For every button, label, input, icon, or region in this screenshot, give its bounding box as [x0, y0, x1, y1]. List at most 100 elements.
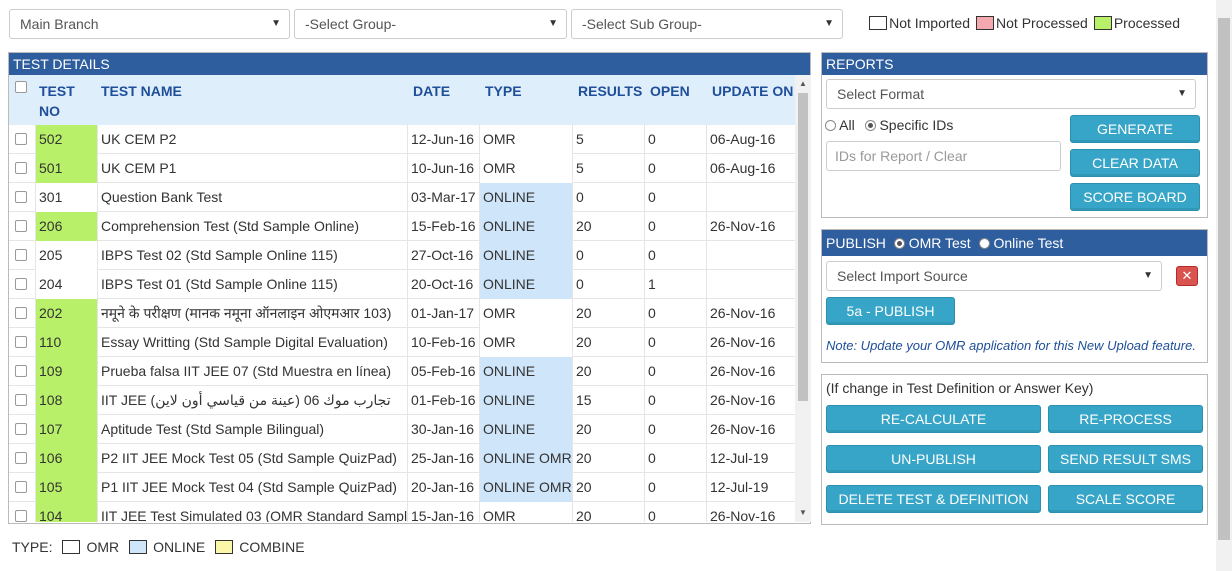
scroll-up-icon[interactable]: ▲ [795, 77, 811, 91]
branch-select[interactable]: Main Branch ▼ [9, 9, 290, 39]
cell-no: 301 [35, 183, 97, 212]
import-source-select[interactable]: Select Import Source ▼ [826, 261, 1162, 291]
table-row[interactable]: 206 Comprehension Test (Std Sample Online… [9, 212, 795, 241]
cell-name[interactable]: P1 IIT JEE Mock Test 04 (Std Sample Quiz… [97, 473, 407, 502]
column-separator [35, 415, 36, 444]
row-checkbox[interactable] [15, 307, 27, 319]
cell-results: 5 [576, 131, 584, 147]
row-checkbox[interactable] [15, 481, 27, 493]
table-row[interactable]: 205 IBPS Test 02 (Std Sample Online 115) 2… [9, 241, 795, 270]
table-row[interactable]: 301 Question Bank Test 03-Mar-17 ONLINE 0 0 [9, 183, 795, 212]
reprocess-button[interactable]: RE-PROCESS [1048, 405, 1203, 433]
row-checkbox[interactable] [15, 220, 27, 232]
online-test-radio[interactable] [978, 238, 990, 249]
table-row[interactable]: 106 P2 IIT JEE Mock Test 05 (Std Sample Q… [9, 444, 795, 473]
cell-results: 20 [576, 479, 592, 495]
cell-date: 20-Jan-16 [411, 479, 475, 495]
table-row[interactable]: 105 P1 IIT JEE Mock Test 04 (Std Sample Q… [9, 473, 795, 502]
row-checkbox[interactable] [15, 452, 27, 464]
table-row[interactable]: 107 Aptitude Test (Std Sample Bilingual) 3… [9, 415, 795, 444]
cell-name[interactable]: Question Bank Test [97, 183, 407, 212]
column-separator [706, 357, 707, 386]
table-row[interactable]: 104 IIT JEE Test Simulated 03 (OMR Standa… [9, 502, 795, 522]
cell-name[interactable]: UK CEM P1 [97, 154, 407, 183]
cell-name[interactable]: Prueba falsa IIT JEE 07 (Std Muestra en … [97, 357, 407, 386]
table-row[interactable]: 502 UK CEM P2 12-Jun-16 OMR 5 0 06-Aug-16 [9, 125, 795, 154]
omr-test-label: OMR Test [908, 235, 971, 251]
format-select[interactable]: Select Format ▼ [826, 79, 1196, 109]
scroll-down-icon[interactable]: ▼ [795, 506, 811, 520]
column-date[interactable]: DATE [413, 81, 450, 101]
column-type[interactable]: TYPE [485, 81, 522, 101]
generate-button[interactable]: GENERATE [1070, 115, 1200, 143]
row-checkbox[interactable] [15, 510, 27, 522]
cell-name[interactable]: Comprehension Test (Std Sample Online) [97, 212, 407, 241]
column-update-on[interactable]: UPDATE ON [712, 81, 793, 101]
column-separator [479, 270, 480, 299]
ids-input[interactable]: IDs for Report / Clear [826, 141, 1061, 171]
column-separator [644, 270, 645, 299]
table-row[interactable]: 204 IBPS Test 01 (Std Sample Online 115) 2… [9, 270, 795, 299]
close-icon[interactable]: ✕ [1176, 266, 1198, 286]
publish-button[interactable]: 5a - PUBLISH [826, 297, 955, 325]
column-test-name[interactable]: TEST NAME [101, 81, 182, 101]
page-scrollbar[interactable] [1216, 0, 1232, 571]
cell-open: 0 [648, 305, 656, 321]
table-row[interactable]: 110 Essay Writting (Std Sample Digital Ev… [9, 328, 795, 357]
table-row[interactable]: 202 नमूने के परीक्षण (मानक नमूना ऑनलाइन ओ… [9, 299, 795, 328]
row-checkbox[interactable] [15, 365, 27, 377]
cell-name[interactable]: नमूने के परीक्षण (मानक नमूना ऑनलाइन ओएमआ… [97, 299, 407, 328]
column-separator [479, 357, 480, 386]
scrollbar-thumb[interactable] [798, 93, 808, 401]
all-radio[interactable] [825, 120, 836, 131]
row-checkbox[interactable] [15, 162, 27, 174]
column-separator [479, 415, 480, 444]
column-test-no[interactable]: TEST NO [39, 81, 79, 121]
select-all-checkbox[interactable] [15, 81, 27, 93]
row-checkbox[interactable] [15, 278, 27, 290]
page-scrollbar-thumb[interactable] [1218, 18, 1230, 540]
cell-name[interactable]: Essay Writting (Std Sample Digital Evalu… [97, 328, 407, 357]
cell-name[interactable]: IBPS Test 01 (Std Sample Online 115) [97, 270, 407, 299]
cell-name[interactable]: IBPS Test 02 (Std Sample Online 115) [97, 241, 407, 270]
delete-test-button[interactable]: DELETE TEST & DEFINITION [826, 485, 1041, 513]
table-row[interactable]: 501 UK CEM P1 10-Jun-16 OMR 5 0 06-Aug-16 [9, 154, 795, 183]
send-result-sms-button[interactable]: SEND RESULT SMS [1048, 445, 1203, 473]
row-checkbox[interactable] [15, 249, 27, 261]
column-results[interactable]: RESULTS [578, 81, 642, 101]
column-separator [479, 125, 480, 154]
cell-name[interactable]: P2 IIT JEE Mock Test 05 (Std Sample Quiz… [97, 444, 407, 473]
table-scrollbar[interactable]: ▲ ▼ [795, 75, 811, 522]
column-separator [479, 299, 480, 328]
recalculate-button[interactable]: RE-CALCULATE [826, 405, 1041, 433]
column-separator [35, 328, 36, 357]
row-checkbox[interactable] [15, 336, 27, 348]
not-processed-swatch [976, 16, 995, 30]
specific-ids-radio[interactable] [864, 120, 876, 131]
column-separator [479, 154, 480, 183]
column-separator [35, 183, 36, 212]
score-board-button[interactable]: SCORE BOARD [1070, 183, 1200, 211]
row-checkbox[interactable] [15, 394, 27, 406]
column-separator [644, 444, 645, 473]
column-separator [706, 183, 707, 212]
group-select[interactable]: -Select Group- ▼ [294, 9, 567, 39]
sub-group-select[interactable]: -Select Sub Group- ▼ [571, 9, 843, 39]
row-checkbox[interactable] [15, 191, 27, 203]
row-checkbox[interactable] [15, 423, 27, 435]
column-separator [572, 328, 573, 357]
table-row[interactable]: 109 Prueba falsa IIT JEE 07 (Std Muestra … [9, 357, 795, 386]
column-open[interactable]: OPEN [650, 81, 690, 101]
cell-name[interactable]: IIT JEE Test Simulated 03 (OMR Standard … [97, 502, 407, 522]
scale-score-button[interactable]: SCALE SCORE [1048, 485, 1203, 513]
row-checkbox[interactable] [15, 133, 27, 145]
cell-name[interactable]: Aptitude Test (Std Sample Bilingual) [97, 415, 407, 444]
table-row[interactable]: 108 IIT JEE تجارب موك 06 (عينة من قياسي أ… [9, 386, 795, 415]
omr-test-radio[interactable] [893, 238, 905, 249]
unpublish-button[interactable]: UN-PUBLISH [826, 445, 1041, 473]
cell-name[interactable]: IIT JEE تجارب موك 06 (عينة من قياسي أون … [97, 386, 407, 415]
cell-name[interactable]: UK CEM P2 [97, 125, 407, 154]
column-separator [35, 502, 36, 522]
clear-data-button[interactable]: CLEAR DATA [1070, 149, 1200, 177]
cell-date: 01-Feb-16 [411, 392, 476, 408]
